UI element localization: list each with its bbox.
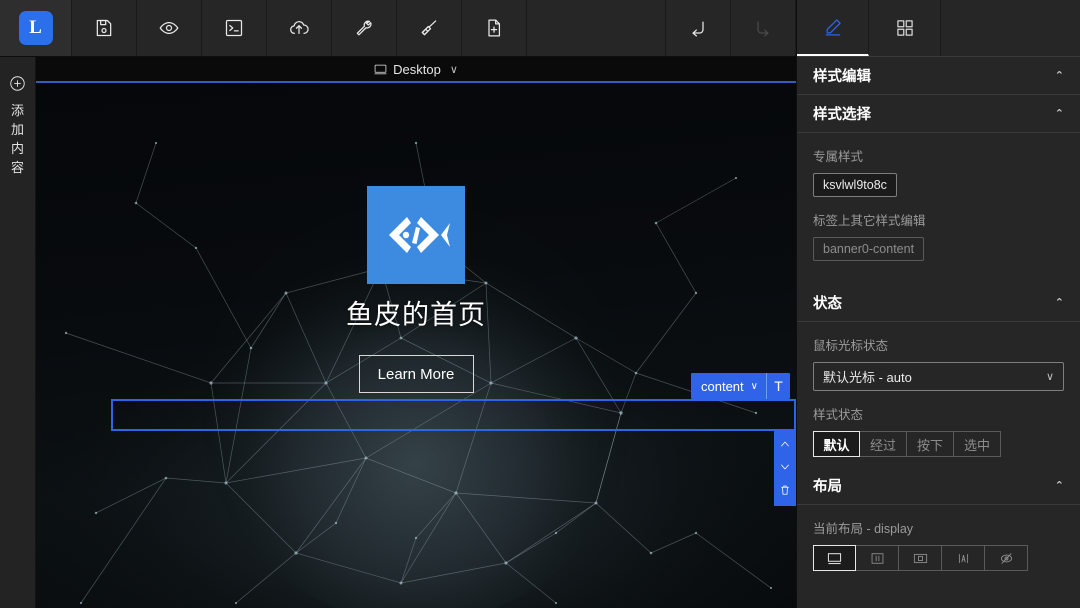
chevron-down-icon: ∨ (449, 63, 458, 76)
main-toolbar: L (0, 0, 796, 57)
section-layout-title: 布局 (813, 479, 842, 495)
display-block-option[interactable] (813, 545, 856, 571)
page-canvas[interactable]: 鱼皮的首页 Learn More content ∨ T (36, 83, 796, 608)
clear-button[interactable] (397, 0, 462, 56)
save-icon (96, 19, 112, 37)
display-options (813, 545, 1064, 571)
file-add-icon (488, 19, 501, 37)
move-up-icon (781, 441, 789, 447)
style-state-segmented: 默认 经过 按下 选中 (813, 431, 1064, 457)
display-none-option[interactable] (985, 545, 1028, 571)
tab-components[interactable] (869, 0, 941, 56)
new-page-button[interactable] (462, 0, 527, 56)
app-logo: L (18, 11, 53, 45)
section-state-header[interactable]: 状态 ⌃ (797, 284, 1080, 322)
fish-code-logo (389, 217, 450, 253)
learn-more-button[interactable]: Learn More (358, 355, 474, 393)
chevron-up-icon[interactable]: ⌃ (1055, 107, 1064, 120)
redo-button[interactable] (731, 0, 796, 56)
move-down-button[interactable] (776, 457, 794, 477)
app-root: L 添加内容 Desktop ∨ 鱼皮的首页 Learn More conten… (0, 0, 1080, 608)
wrench-icon (356, 20, 372, 36)
toolbar-spacer (527, 0, 666, 56)
section-layout-body: 当前布局 - display (797, 505, 1080, 581)
hero-section: 鱼皮的首页 Learn More (36, 83, 796, 393)
device-selector[interactable]: Desktop ∨ (36, 57, 796, 83)
other-style-label: 标签上其它样式编辑 (813, 214, 926, 228)
display-flex-icon (871, 552, 883, 564)
cursor-state-select[interactable]: 默认光标 - auto ∨ (813, 362, 1064, 391)
broom-icon (421, 20, 437, 36)
section-state-body: 鼠标光标状态 默认光标 - auto ∨ 样式状态 默认 经过 按下 选中 (797, 322, 1080, 467)
save-button[interactable] (72, 0, 137, 56)
section-state-title: 状态 (813, 296, 842, 312)
other-style-chip[interactable]: banner0-content (813, 237, 925, 261)
undo-button[interactable] (666, 0, 731, 56)
tab-style-edit[interactable] (797, 0, 869, 56)
exclusive-style-label: 专属样式 (813, 150, 864, 164)
stage: 添加内容 Desktop ∨ 鱼皮的首页 Learn More content … (0, 57, 796, 608)
chevron-up-icon[interactable]: ⌃ (1055, 479, 1064, 492)
chevron-up-icon[interactable]: ⌃ (1055, 69, 1064, 82)
grid-icon (896, 20, 913, 36)
display-label: 当前布局 - display (813, 522, 914, 536)
tools-button[interactable] (332, 0, 397, 56)
section-style-select-title: 样式选择 (813, 107, 871, 123)
selection-badge-label: content (701, 378, 744, 394)
delete-icon (781, 485, 789, 495)
cursor-state-value: 默认光标 - auto (823, 370, 912, 385)
canvas-column: Desktop ∨ 鱼皮的首页 Learn More content ∨ T (36, 57, 796, 608)
text-tool-button[interactable]: T (765, 373, 790, 399)
display-inline-block-icon (913, 553, 927, 563)
properties-panel: 样式编辑 ⌃ 样式选择 ⌃ 专属样式 ksvlwl9to8c 标签上其它样式编辑… (796, 0, 1080, 608)
panel-tabs-spacer (941, 0, 1080, 56)
section-layout-header[interactable]: 布局 ⌃ (797, 467, 1080, 505)
cloud-upload-icon (290, 21, 309, 35)
add-content-label: 添加内容 (10, 103, 24, 175)
style-state-hover[interactable]: 经过 (860, 431, 907, 457)
display-inline-icon (958, 553, 968, 563)
style-state-selected[interactable]: 选中 (954, 431, 1001, 457)
publish-button[interactable] (267, 0, 332, 56)
app-logo-button[interactable]: L (0, 0, 72, 56)
hero-title: 鱼皮的首页 (346, 300, 486, 330)
move-down-icon (781, 464, 789, 470)
style-state-active[interactable]: 按下 (907, 431, 954, 457)
display-inline-block-option[interactable] (899, 545, 942, 571)
element-tools (774, 429, 796, 506)
exclusive-style-chip[interactable]: ksvlwl9to8c (813, 173, 897, 197)
editor-area: L 添加内容 Desktop ∨ 鱼皮的首页 Learn More conten… (0, 0, 796, 608)
delete-button[interactable] (776, 480, 794, 500)
chevron-down-icon[interactable]: ∨ (751, 373, 766, 399)
style-state-label: 样式状态 (813, 408, 864, 422)
cursor-state-label: 鼠标光标状态 (813, 339, 889, 353)
redo-icon (757, 21, 769, 37)
preview-button[interactable] (137, 0, 202, 56)
chevron-down-icon: ∨ (1045, 371, 1054, 383)
section-style-select-body: 专属样式 ksvlwl9to8c 标签上其它样式编辑 banner0-conte… (797, 133, 1080, 284)
display-none-icon (1000, 552, 1012, 564)
device-label: Desktop (393, 61, 441, 77)
style-state-default[interactable]: 默认 (813, 431, 860, 457)
section-style-edit-header[interactable]: 样式编辑 ⌃ (797, 57, 1080, 95)
selection-badge[interactable]: content ∨ T (691, 373, 790, 399)
undo-icon (692, 21, 704, 37)
plus-circle-icon (10, 76, 25, 91)
site-logo (367, 186, 465, 284)
display-block-icon (827, 552, 842, 564)
code-button[interactable] (202, 0, 267, 56)
terminal-icon (225, 19, 243, 37)
section-style-select-header[interactable]: 样式选择 ⌃ (797, 95, 1080, 133)
move-up-button[interactable] (776, 434, 794, 454)
preview-eye-icon (159, 21, 179, 35)
pen-icon (825, 19, 841, 36)
monitor-icon (374, 64, 387, 74)
panel-tabs (797, 0, 1080, 57)
chevron-up-icon[interactable]: ⌃ (1055, 296, 1064, 309)
display-flex-option[interactable] (856, 545, 899, 571)
section-style-edit-title: 样式编辑 (813, 69, 871, 85)
add-content-rail[interactable]: 添加内容 (0, 57, 36, 608)
display-inline-option[interactable] (942, 545, 985, 571)
